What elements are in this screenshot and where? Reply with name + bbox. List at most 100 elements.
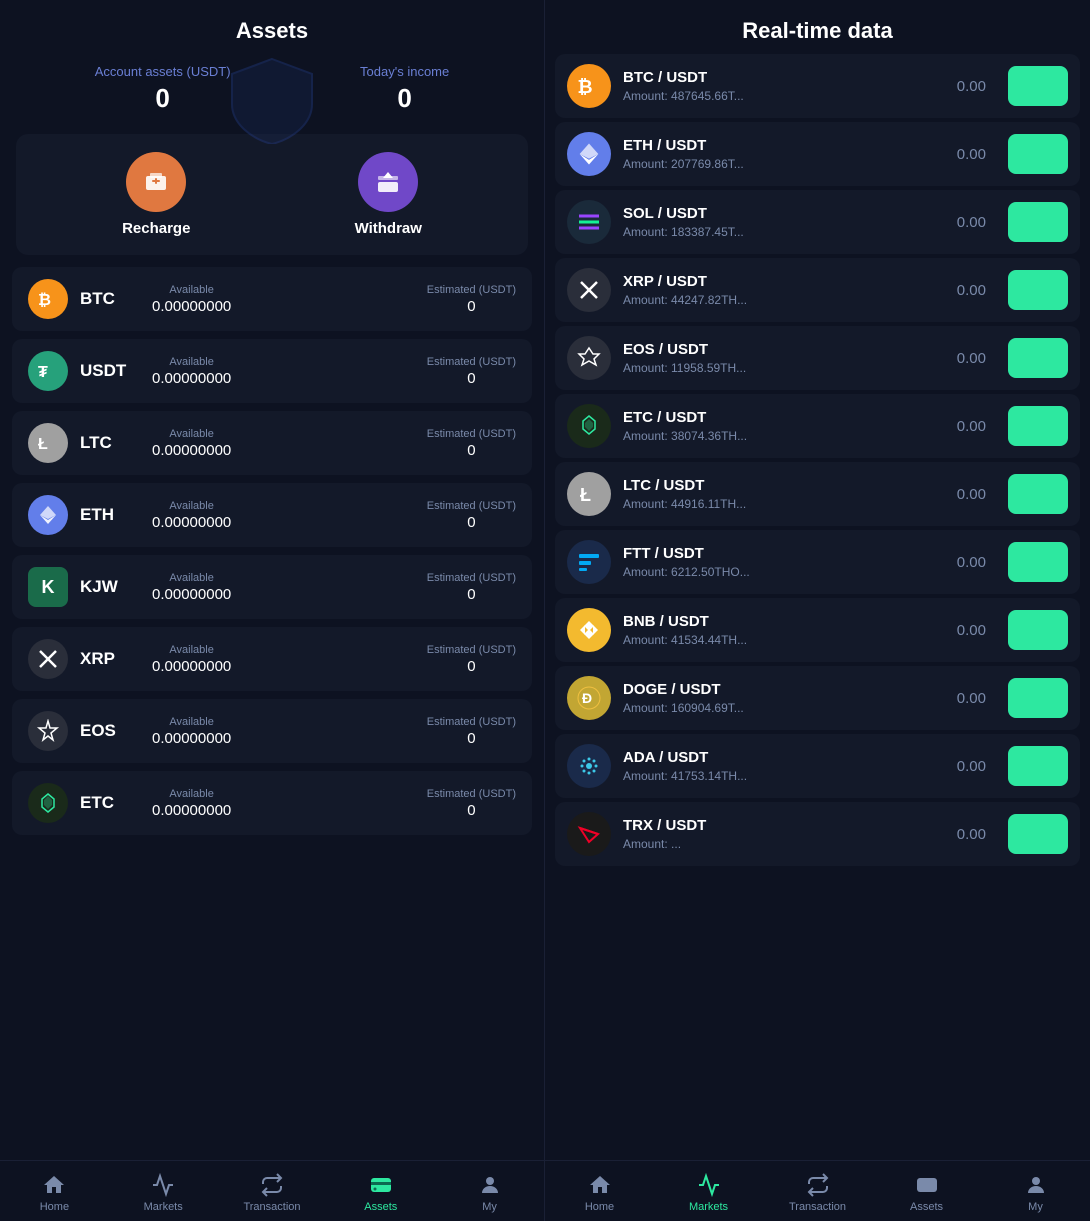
asset-item-etc[interactable]: ETC Available 0.00000000 Estimated (USDT… bbox=[12, 771, 532, 835]
trx-market-logo bbox=[567, 812, 611, 856]
ltc-trade-button[interactable] bbox=[1008, 474, 1068, 514]
market-item-ftt[interactable]: FTT / USDT Amount: 6212.50THO... 0.00 bbox=[555, 530, 1080, 594]
trx-market-info: TRX / USDT Amount: ... bbox=[623, 817, 939, 851]
recharge-label: Recharge bbox=[122, 220, 190, 237]
market-item-bnb[interactable]: BNB / USDT Amount: 41534.44TH... 0.00 bbox=[555, 598, 1080, 662]
btc-available: 0.00000000 bbox=[152, 298, 231, 315]
doge-trade-button[interactable] bbox=[1008, 678, 1068, 718]
asset-item-usdt[interactable]: ₮ USDT Available 0.00000000 Estimated (U… bbox=[12, 339, 532, 403]
asset-item-btc[interactable]: ₿ BTC Available 0.00000000 Estimated (US… bbox=[12, 267, 532, 331]
right-nav-home[interactable]: Home bbox=[545, 1169, 654, 1217]
recharge-button[interactable]: Recharge bbox=[122, 152, 190, 237]
etc-market-info: ETC / USDT Amount: 38074.36TH... bbox=[623, 409, 939, 443]
market-list: ₿ BTC / USDT Amount: 487645.66T... 0.00 … bbox=[545, 54, 1090, 1160]
left-nav-my[interactable]: My bbox=[435, 1169, 544, 1217]
xrp-amount: Amount: 44247.82TH... bbox=[623, 293, 939, 307]
sol-market-info: SOL / USDT Amount: 183387.45T... bbox=[623, 205, 939, 239]
eth-estimated: 0 bbox=[467, 514, 475, 531]
kjw-symbol: KJW bbox=[80, 577, 140, 597]
right-nav-transaction[interactable]: Transaction bbox=[763, 1169, 872, 1217]
xrp-available: 0.00000000 bbox=[152, 658, 231, 675]
asset-item-eth[interactable]: ETH Available 0.00000000 Estimated (USDT… bbox=[12, 483, 532, 547]
market-item-sol[interactable]: SOL / USDT Amount: 183387.45T... 0.00 bbox=[555, 190, 1080, 254]
etc-amounts: Available 0.00000000 Estimated (USDT) 0 bbox=[152, 788, 516, 819]
market-item-ltc[interactable]: Ł LTC / USDT Amount: 44916.11TH... 0.00 bbox=[555, 462, 1080, 526]
shield-icon bbox=[222, 54, 322, 149]
etc-estimated: 0 bbox=[467, 802, 475, 819]
left-nav-transaction[interactable]: Transaction bbox=[218, 1169, 327, 1217]
ltc-market-logo: Ł bbox=[567, 472, 611, 516]
ada-trade-button[interactable] bbox=[1008, 746, 1068, 786]
left-nav-transaction-label: Transaction bbox=[243, 1201, 300, 1213]
market-item-eos[interactable]: EOS / USDT Amount: 11958.59TH... 0.00 bbox=[555, 326, 1080, 390]
kjw-logo: K bbox=[28, 567, 68, 607]
sol-pair: SOL / USDT bbox=[623, 205, 939, 222]
eos-logo bbox=[28, 711, 68, 751]
etc-market-logo bbox=[567, 404, 611, 448]
left-nav-markets-label: Markets bbox=[144, 1201, 183, 1213]
eth-price: 0.00 bbox=[951, 146, 986, 163]
bnb-trade-button[interactable] bbox=[1008, 610, 1068, 650]
btc-trade-button[interactable] bbox=[1008, 66, 1068, 106]
svg-text:₿: ₿ bbox=[38, 291, 51, 309]
xrp-price: 0.00 bbox=[951, 282, 986, 299]
left-panel-title: Assets bbox=[0, 0, 544, 54]
left-nav-assets[interactable]: Assets bbox=[326, 1169, 435, 1217]
eos-amounts: Available 0.00000000 Estimated (USDT) 0 bbox=[152, 716, 516, 747]
withdraw-button[interactable]: Withdraw bbox=[355, 152, 422, 237]
usdt-amounts: Available 0.00000000 Estimated (USDT) 0 bbox=[152, 356, 516, 387]
asset-item-ltc[interactable]: Ł LTC Available 0.00000000 Estimated (US… bbox=[12, 411, 532, 475]
ltc-logo: Ł bbox=[28, 423, 68, 463]
left-nav-home[interactable]: Home bbox=[0, 1169, 109, 1217]
trx-pair: TRX / USDT bbox=[623, 817, 939, 834]
xrp-amounts: Available 0.00000000 Estimated (USDT) 0 bbox=[152, 644, 516, 675]
market-item-btc[interactable]: ₿ BTC / USDT Amount: 487645.66T... 0.00 bbox=[555, 54, 1080, 118]
eth-logo bbox=[28, 495, 68, 535]
right-nav-my[interactable]: My bbox=[981, 1169, 1090, 1217]
left-nav-my-label: My bbox=[482, 1201, 497, 1213]
btc-pair: BTC / USDT bbox=[623, 69, 939, 86]
asset-item-xrp[interactable]: XRP Available 0.00000000 Estimated (USDT… bbox=[12, 627, 532, 691]
xrp-trade-button[interactable] bbox=[1008, 270, 1068, 310]
eos-trade-button[interactable] bbox=[1008, 338, 1068, 378]
left-nav-markets[interactable]: Markets bbox=[109, 1169, 218, 1217]
right-bottom-nav: Home Markets Transaction Assets My bbox=[545, 1160, 1090, 1221]
left-panel: Assets Account assets (USDT) 0 Today's i… bbox=[0, 0, 545, 1221]
xrp-pair: XRP / USDT bbox=[623, 273, 939, 290]
asset-item-eos[interactable]: EOS Available 0.00000000 Estimated (USDT… bbox=[12, 699, 532, 763]
right-nav-home-label: Home bbox=[585, 1201, 614, 1213]
eth-trade-button[interactable] bbox=[1008, 134, 1068, 174]
ltc-pair: LTC / USDT bbox=[623, 477, 939, 494]
account-assets-value: 0 bbox=[155, 83, 169, 114]
xrp-symbol: XRP bbox=[80, 649, 140, 669]
bnb-market-info: BNB / USDT Amount: 41534.44TH... bbox=[623, 613, 939, 647]
etc-available: 0.00000000 bbox=[152, 802, 231, 819]
xrp-estimated: 0 bbox=[467, 658, 475, 675]
btc-amounts: Available 0.00000000 Estimated (USDT) 0 bbox=[152, 284, 516, 315]
trx-trade-button[interactable] bbox=[1008, 814, 1068, 854]
right-nav-assets[interactable]: Assets bbox=[872, 1169, 981, 1217]
market-item-etc[interactable]: ETC / USDT Amount: 38074.36TH... 0.00 bbox=[555, 394, 1080, 458]
sol-trade-button[interactable] bbox=[1008, 202, 1068, 242]
right-nav-markets[interactable]: Markets bbox=[654, 1169, 763, 1217]
market-item-ada[interactable]: ADA / USDT Amount: 41753.14TH... 0.00 bbox=[555, 734, 1080, 798]
ftt-trade-button[interactable] bbox=[1008, 542, 1068, 582]
etc-trade-button[interactable] bbox=[1008, 406, 1068, 446]
account-section: Account assets (USDT) 0 Today's income 0 bbox=[0, 54, 544, 134]
market-item-doge[interactable]: Ð DOGE / USDT Amount: 160904.69T... 0.00 bbox=[555, 666, 1080, 730]
asset-item-kjw[interactable]: K KJW Available 0.00000000 Estimated (US… bbox=[12, 555, 532, 619]
xrp-logo bbox=[28, 639, 68, 679]
ltc-price: 0.00 bbox=[951, 486, 986, 503]
eth-amount: Amount: 207769.86T... bbox=[623, 157, 939, 171]
svg-text:₿: ₿ bbox=[577, 76, 592, 97]
eth-amounts: Available 0.00000000 Estimated (USDT) 0 bbox=[152, 500, 516, 531]
market-item-eth[interactable]: ETH / USDT Amount: 207769.86T... 0.00 bbox=[555, 122, 1080, 186]
svg-text:Ł: Ł bbox=[580, 485, 591, 505]
svg-text:Ł: Ł bbox=[38, 436, 48, 453]
market-item-trx[interactable]: TRX / USDT Amount: ... 0.00 bbox=[555, 802, 1080, 866]
btc-market-logo: ₿ bbox=[567, 64, 611, 108]
right-panel-title: Real-time data bbox=[545, 0, 1090, 54]
doge-market-logo: Ð bbox=[567, 676, 611, 720]
market-item-xrp[interactable]: XRP / USDT Amount: 44247.82TH... 0.00 bbox=[555, 258, 1080, 322]
eth-available: 0.00000000 bbox=[152, 514, 231, 531]
